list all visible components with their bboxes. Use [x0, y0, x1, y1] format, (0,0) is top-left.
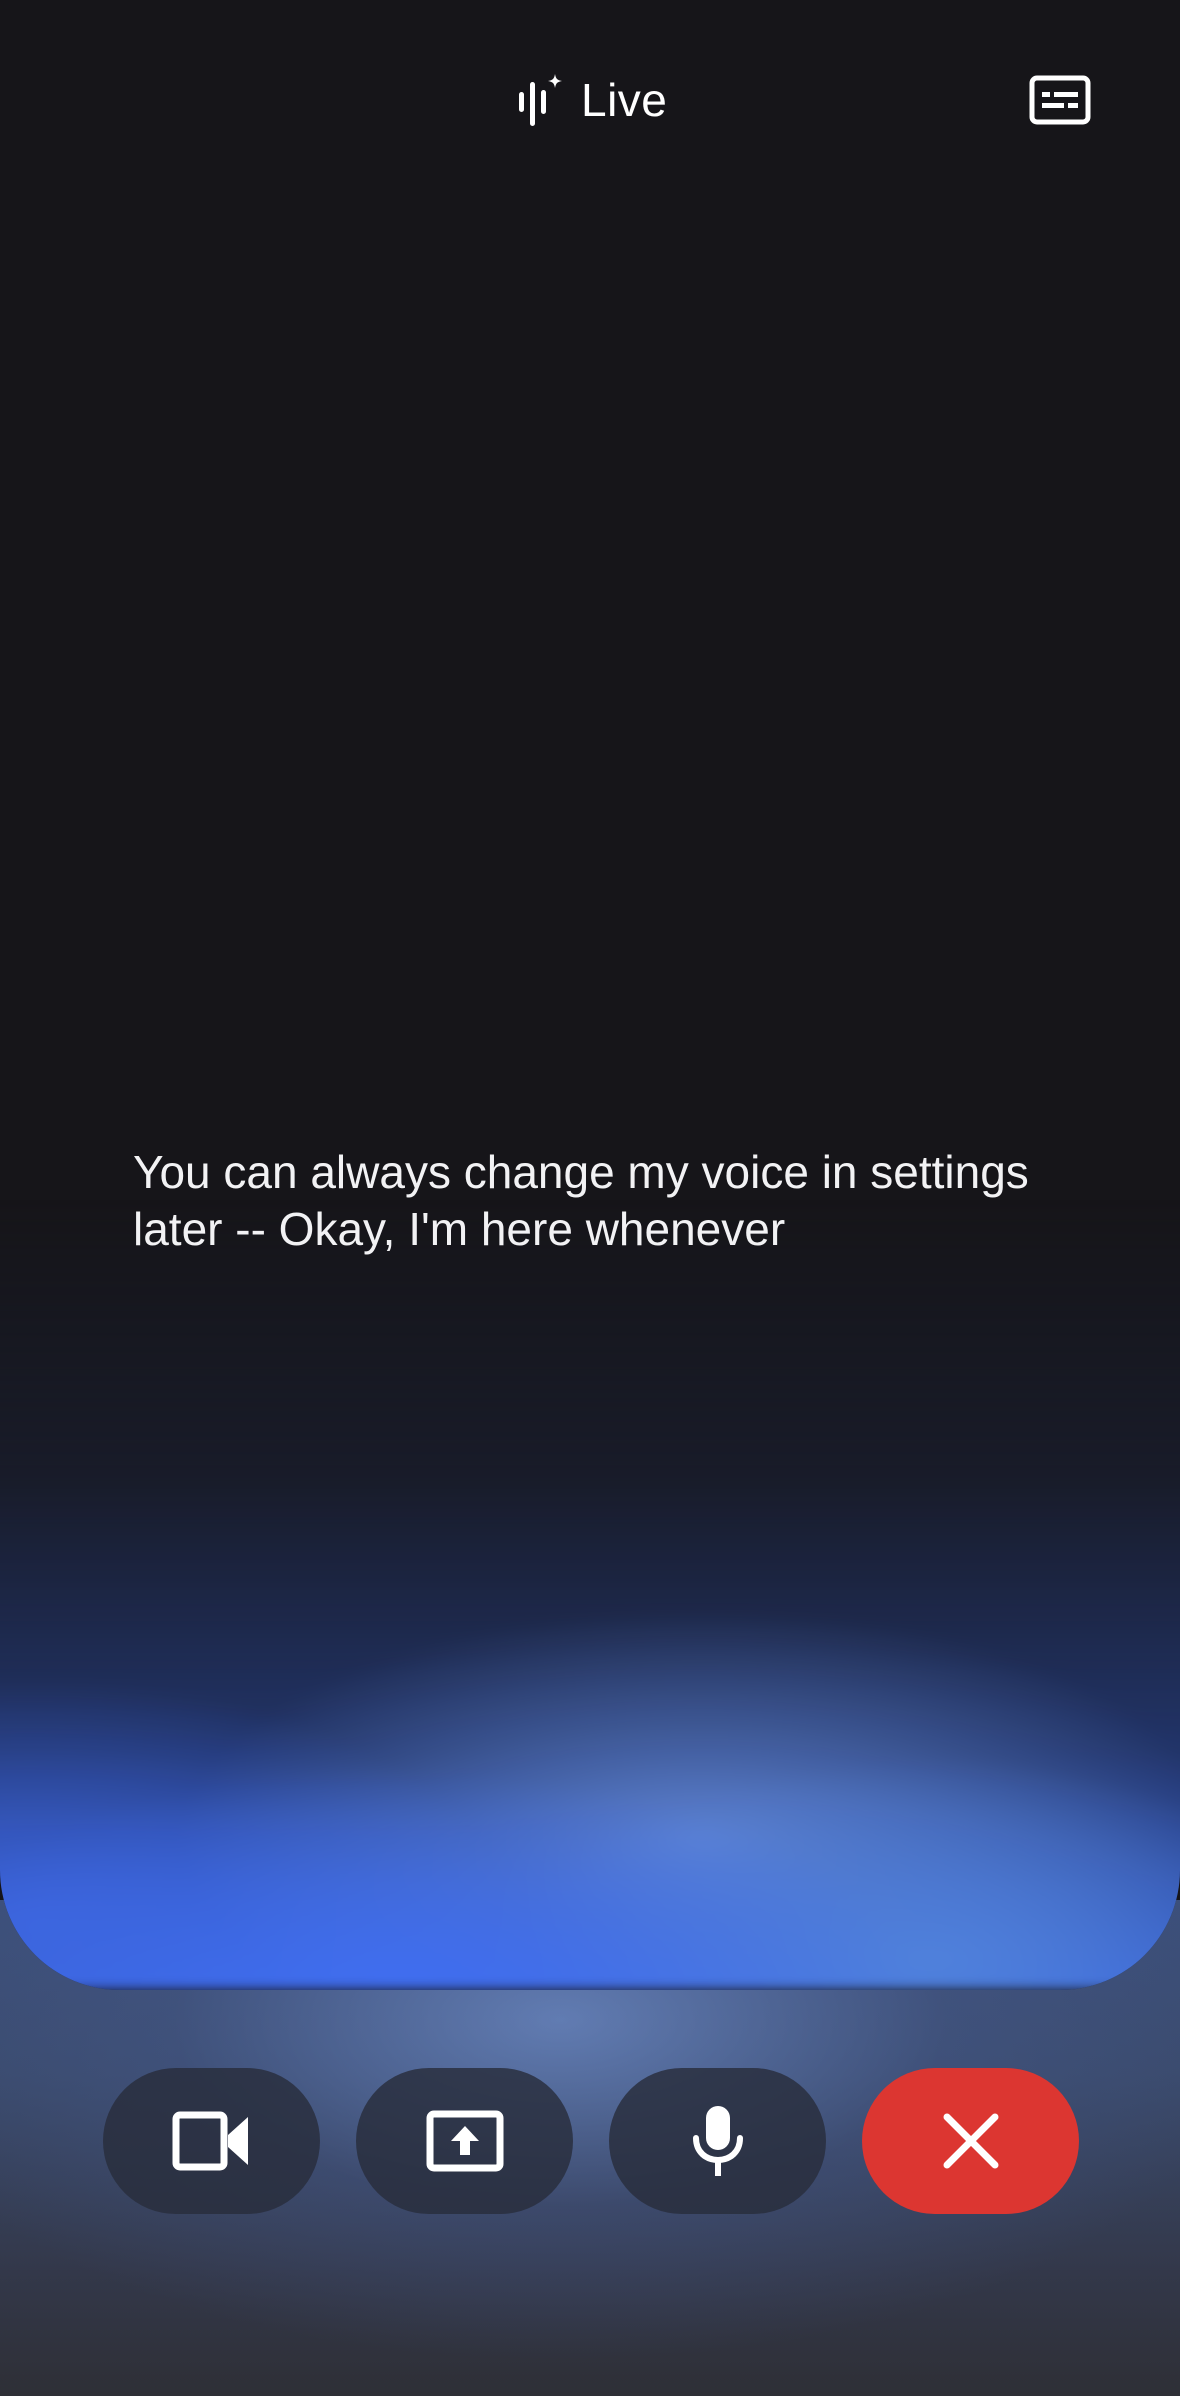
live-sparkle-waveform-icon: [519, 74, 562, 126]
camera-button[interactable]: [103, 2068, 320, 2214]
screen-share-icon: [426, 2110, 503, 2172]
closed-captions-icon: [1029, 75, 1091, 125]
video-camera-icon: [172, 2111, 248, 2171]
microphone-icon: [692, 2106, 743, 2176]
captions-button[interactable]: [1020, 68, 1100, 132]
header: Live: [0, 60, 1180, 140]
share-screen-button[interactable]: [356, 2068, 573, 2214]
call-controls: [103, 2068, 1079, 2214]
live-transcript: You can always change my voice in settin…: [133, 1146, 1029, 1255]
live-title-text: Live: [581, 74, 668, 126]
microphone-button[interactable]: [609, 2068, 826, 2214]
end-live-button[interactable]: [862, 2068, 1079, 2214]
live-screen: Live You can always change my voice in s…: [0, 0, 1180, 2396]
live-title: Live: [515, 68, 667, 132]
voice-activity-glow: [0, 1200, 1180, 1990]
close-icon: [943, 2113, 998, 2169]
